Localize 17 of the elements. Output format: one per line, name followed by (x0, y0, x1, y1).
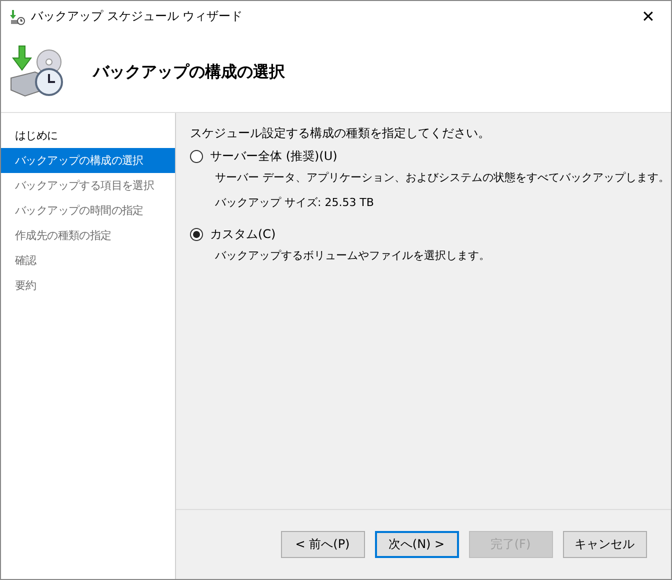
radio-option[interactable]: サーバー全体 (推奨)(U) (190, 146, 670, 166)
option-description: バックアップするボリュームやファイルを選択します。 (214, 248, 491, 263)
window-title: バックアップ スケジュール ウィザード (31, 8, 244, 25)
wizard-button[interactable]: キャンセル (562, 531, 646, 558)
wizard-button[interactable]: < 前へ(P) (280, 531, 364, 558)
backup-icon (9, 8, 25, 24)
option-description: サーバー データ、アプリケーション、およびシステムの状態をすべてバックアップします。 (214, 170, 670, 185)
page-heading: バックアップの構成の選択 (93, 62, 285, 82)
radio-option[interactable]: カスタム(C) (190, 224, 670, 244)
wizard-step[interactable]: バックアップの構成の選択 (1, 148, 175, 173)
wizard-step[interactable]: はじめに (1, 123, 175, 148)
radio-button[interactable] (190, 228, 203, 240)
close-button[interactable]: ✕ (625, 1, 671, 32)
instruction-text: スケジュール設定する構成の種類を指定してください。 (190, 125, 491, 142)
radio-button[interactable] (190, 150, 203, 162)
wizard-button[interactable]: 次へ(N) > (374, 531, 458, 558)
backup-size-text: バックアップ サイズ: 25.53 TB (214, 195, 375, 210)
